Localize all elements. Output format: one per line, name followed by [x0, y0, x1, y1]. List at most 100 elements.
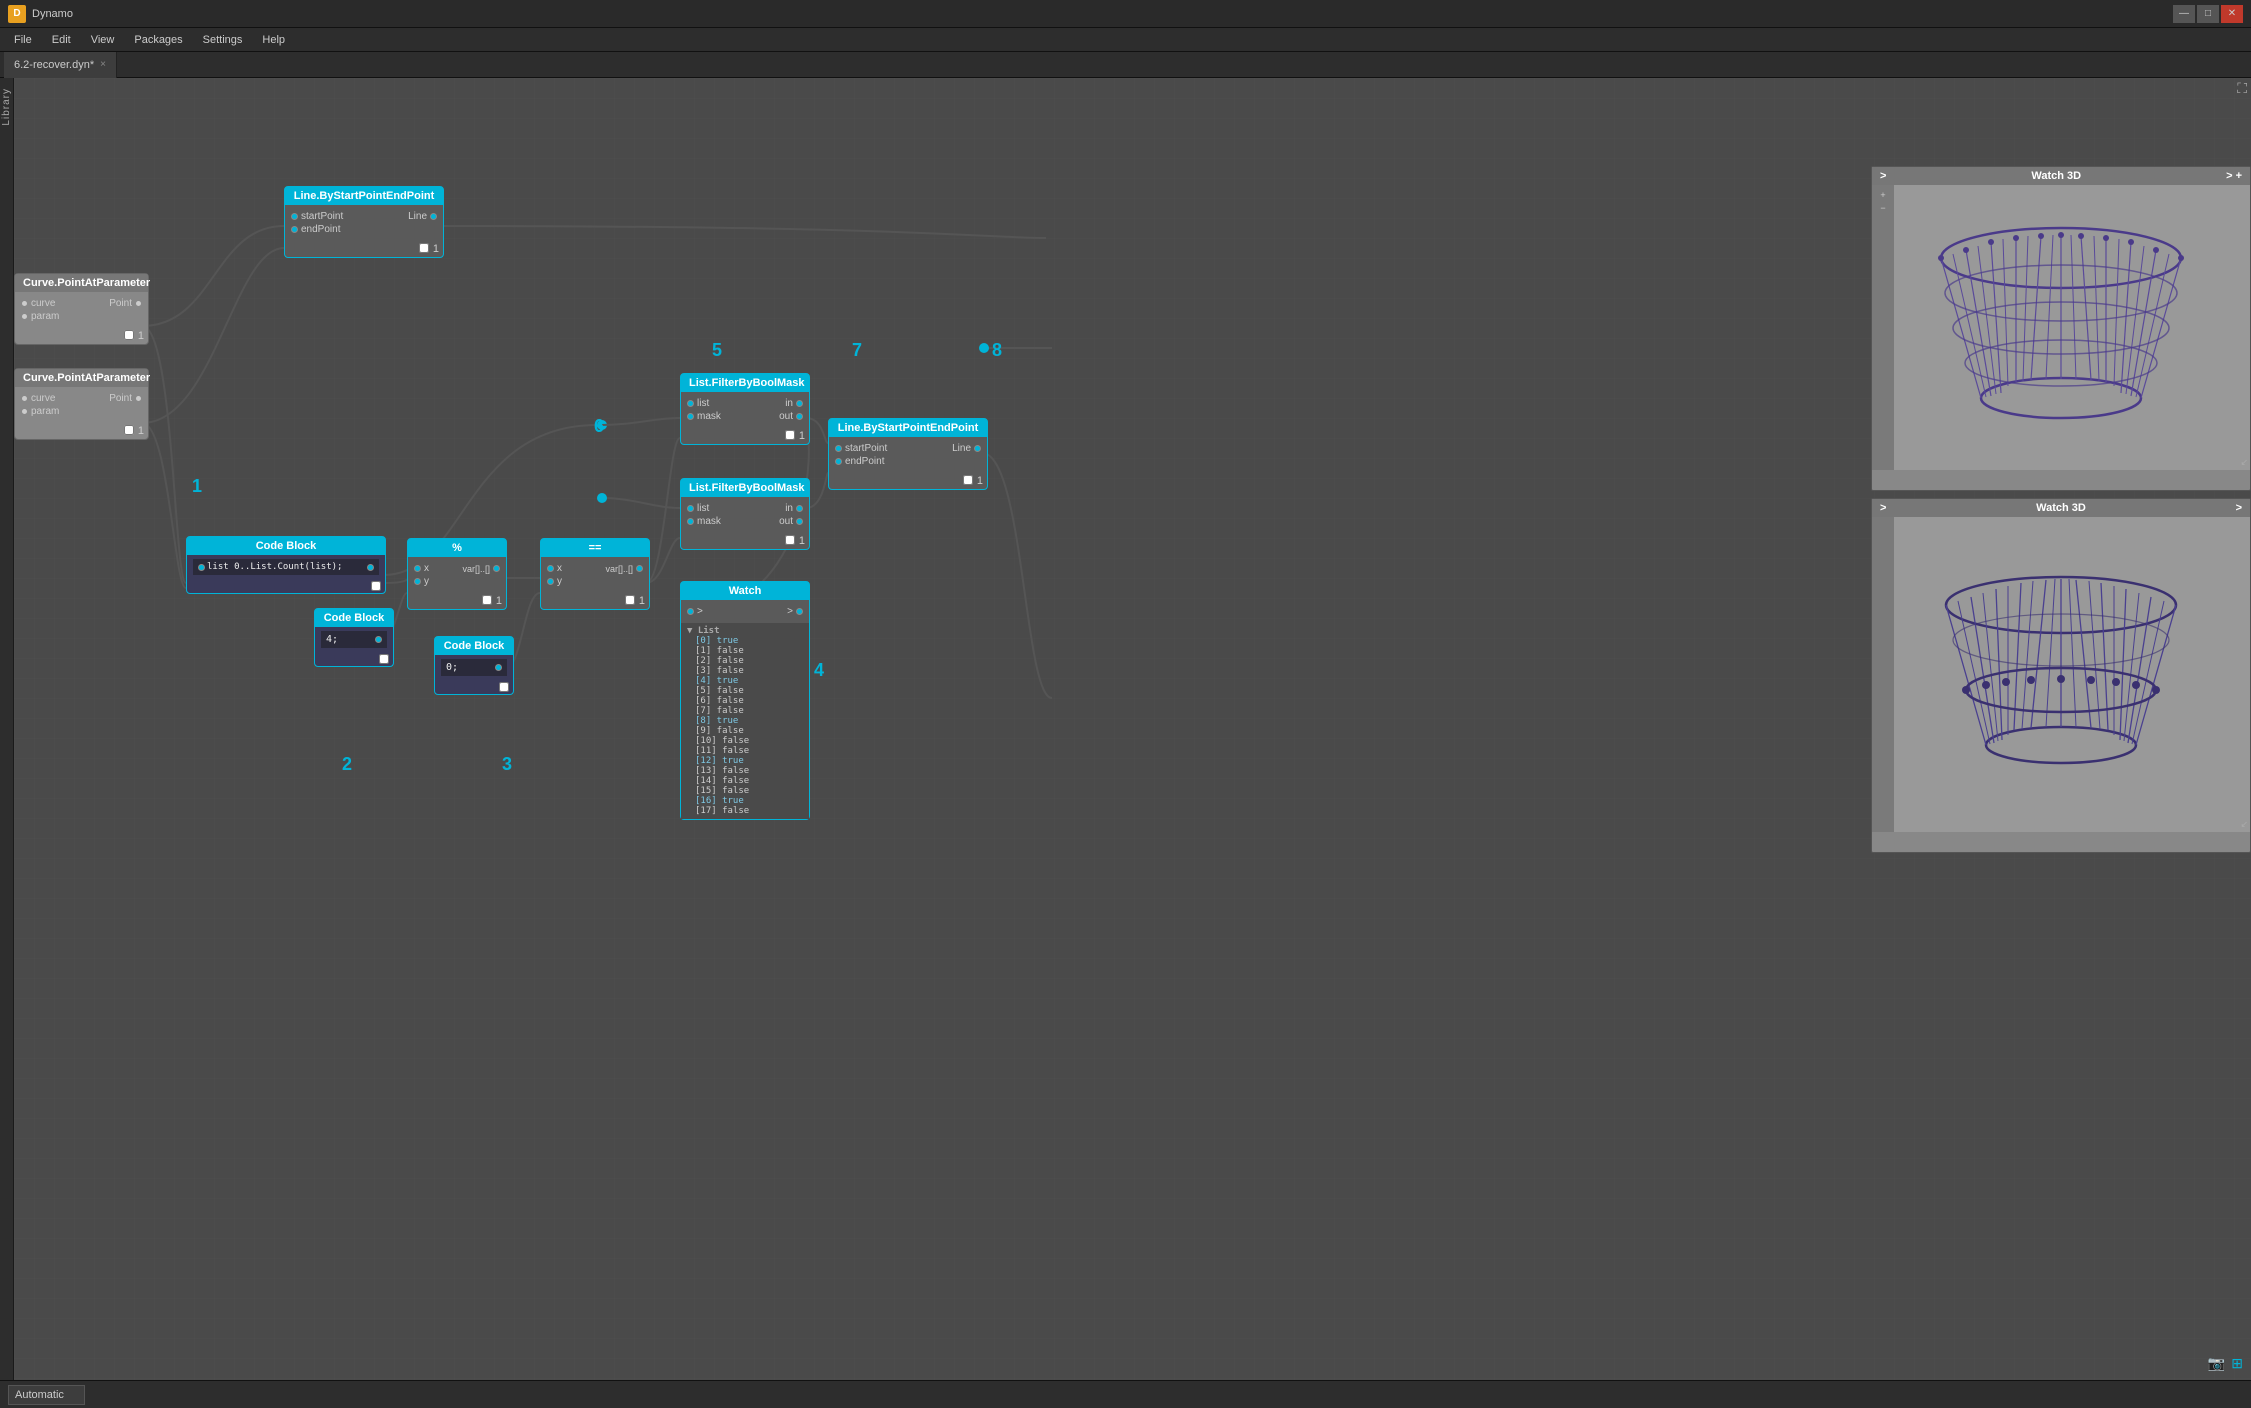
port-dot [135, 395, 142, 402]
minimize-button[interactable]: — [2173, 5, 2195, 23]
code-text3: 0; [446, 662, 458, 673]
node-line1-header: Line.ByStartPointEndPoint [285, 187, 443, 205]
app-title: Dynamo [32, 8, 2173, 20]
node-watch[interactable]: Watch > > ▼ List [0] true [1] false [680, 581, 810, 820]
node-checkbox[interactable] [499, 682, 509, 692]
main-area: Library [0, 78, 2251, 1408]
menu-edit[interactable]: Edit [42, 28, 81, 52]
list-item: [3] false [687, 666, 803, 676]
node-checkbox[interactable] [963, 475, 973, 485]
node-checkbox[interactable] [379, 654, 389, 664]
tab-close-icon[interactable]: × [100, 59, 106, 70]
watch3d-bottom-title: Watch 3D [2036, 502, 2086, 514]
port-row: y [414, 576, 500, 587]
canvas[interactable]: Line.ByStartPointEndPoint startPoint Lin… [14, 78, 2251, 1408]
watch3d-bottom-header: > Watch 3D > [1872, 499, 2250, 517]
library-sidebar[interactable]: Library [0, 78, 14, 1408]
port-line-right: Line [408, 211, 437, 222]
node-checkbox[interactable] [482, 595, 492, 605]
port-curve2-left: curve [21, 393, 55, 404]
watch3d-top-content: + − [1872, 185, 2250, 470]
watch-list: ▼ List [0] true [1] false [2] false [3] … [681, 623, 809, 819]
node-watch-header: Watch [681, 582, 809, 600]
node-curve1-body: curve Point param [15, 292, 148, 328]
list-item: [13] false [687, 766, 803, 776]
list-item: [5] false [687, 686, 803, 696]
menu-settings[interactable]: Settings [193, 28, 253, 52]
port-out1-right: out [779, 411, 803, 422]
title-bar: D Dynamo — □ ✕ [0, 0, 2251, 28]
node-checkbox[interactable] [625, 595, 635, 605]
port-dot [21, 395, 28, 402]
tab-file[interactable]: 6.2-recover.dyn* × [4, 52, 117, 78]
resize-icon: ↙ [2240, 457, 2248, 468]
node-equals[interactable]: == x var[]..[] y [540, 538, 650, 610]
code-content2[interactable]: 4; [321, 631, 387, 648]
port-dot [430, 213, 437, 220]
port-dot [835, 445, 842, 452]
port-dot [796, 505, 803, 512]
port-dot [636, 565, 643, 572]
label-6: 6 [594, 416, 604, 437]
node-curve1[interactable]: Curve.PointAtParameter curve Point p [14, 273, 149, 345]
grid-icon[interactable]: ⊞ [2231, 1355, 2243, 1372]
port-dot [974, 445, 981, 452]
port-point-right: Point [109, 298, 142, 309]
list-item: [7] false [687, 706, 803, 716]
port-out2-right: out [779, 516, 803, 527]
node-checkbox[interactable] [419, 243, 429, 253]
port-row: x var[]..[] [547, 563, 643, 574]
node-line1[interactable]: Line.ByStartPointEndPoint startPoint Lin… [284, 186, 444, 258]
resize-icon: ↙ [2240, 819, 2248, 830]
code-text2: 4; [326, 634, 338, 645]
node-filter2[interactable]: List.FilterByBoolMask list in mask [680, 478, 810, 550]
close-button[interactable]: ✕ [2221, 5, 2243, 23]
menu-file[interactable]: File [4, 28, 42, 52]
port-dot [414, 578, 421, 585]
list-header: ▼ List [687, 626, 803, 636]
window-controls: — □ ✕ [2173, 5, 2243, 23]
port-dot [135, 300, 142, 307]
port-y-left: y [414, 576, 429, 587]
node-codeblock3-header: Code Block [435, 637, 513, 655]
node-checkbox[interactable] [371, 581, 381, 591]
code-content3[interactable]: 0; [441, 659, 507, 676]
port-dot [687, 413, 694, 420]
expand-icon[interactable]: ⛶ [2237, 80, 2247, 97]
menu-help[interactable]: Help [252, 28, 295, 52]
node-curve2[interactable]: Curve.PointAtParameter curve Point p [14, 368, 149, 440]
node-line2[interactable]: Line.ByStartPointEndPoint startPoint Lin… [828, 418, 988, 490]
node-codeblock2[interactable]: Code Block 4; [314, 608, 394, 667]
list-item: [14] false [687, 776, 803, 786]
node-modulo[interactable]: % x var[]..[] y [407, 538, 507, 610]
node-checkbox[interactable] [785, 430, 795, 440]
maximize-button[interactable]: □ [2197, 5, 2219, 23]
node-checkbox[interactable] [124, 425, 134, 435]
watch3d-bottom: > Watch 3D > [1871, 498, 2251, 853]
port-mask1-left: mask [687, 411, 721, 422]
node-filter1[interactable]: List.FilterByBoolMask list in mask [680, 373, 810, 445]
list-item: [16] true [687, 796, 803, 806]
port-row: > > [687, 606, 803, 617]
node-codeblock3[interactable]: Code Block 0; [434, 636, 514, 695]
menu-view[interactable]: View [81, 28, 125, 52]
port-dot [796, 413, 803, 420]
port-mask2-left: mask [687, 516, 721, 527]
port-dot [375, 636, 382, 643]
camera-icon[interactable]: 📷 [2208, 1355, 2225, 1372]
bottom-icons: 📷 ⊞ [2208, 1355, 2243, 1372]
label-4: 4 [814, 660, 824, 681]
node-codeblock2-body: 4; [315, 627, 393, 652]
node-codeblock1[interactable]: Code Block list 0..List.Count(list); [186, 536, 386, 594]
code-content[interactable]: list 0..List.Count(list); [193, 559, 379, 575]
run-mode-dropdown[interactable]: Automatic [8, 1385, 85, 1405]
port-dot [796, 400, 803, 407]
node-checkbox[interactable] [785, 535, 795, 545]
node-checkbox[interactable] [124, 330, 134, 340]
port-dot [687, 400, 694, 407]
node-filter1-body: list in mask out [681, 392, 809, 428]
menu-packages[interactable]: Packages [124, 28, 192, 52]
node-footer [187, 579, 385, 593]
status-bar: Automatic [0, 1380, 2251, 1408]
port-dot [495, 664, 502, 671]
